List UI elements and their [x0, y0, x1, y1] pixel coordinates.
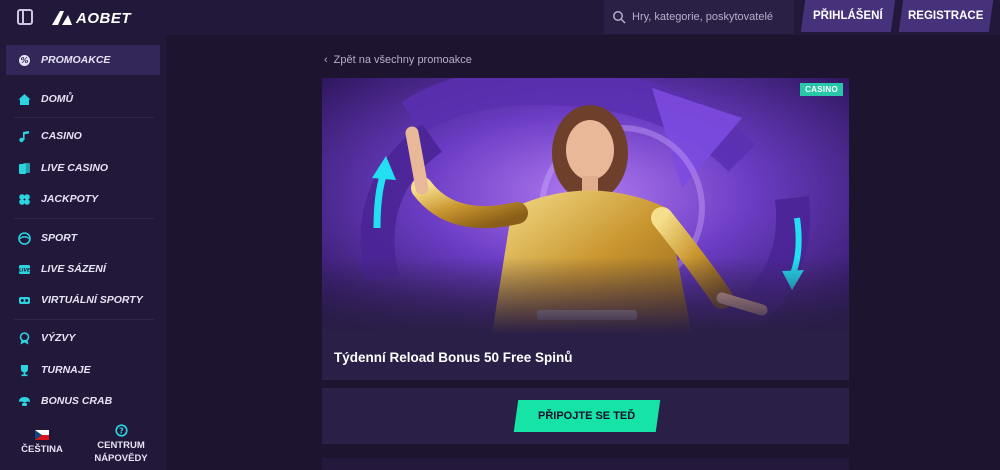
sidebar: % PROMOAKCE DOMŮ CASINO LIVE CASINO JACK…: [0, 35, 166, 470]
login-button-label: PŘIHLÁŠENÍ: [813, 10, 883, 22]
sidebar-item-domu[interactable]: DOMŮ: [6, 84, 160, 114]
music-note-icon: [19, 130, 29, 142]
top-header: AOBET PŘIHLÁŠENÍ REGISTRACE: [0, 0, 1000, 35]
help-center-link[interactable]: ? CENTRUM NÁPOVĚDY: [90, 424, 152, 465]
clover-icon: [19, 193, 30, 205]
nav-divider: [14, 117, 154, 118]
sidebar-item-bonus-crab[interactable]: BONUS CRAB: [6, 386, 160, 416]
nav-divider: [14, 218, 154, 219]
search-input[interactable]: [632, 11, 792, 23]
promo-title-bar: Týdenní Reload Bonus 50 Free Spinů: [322, 334, 849, 380]
sidebar-item-virtualni-sporty[interactable]: VIRTUÁLNÍ SPORTY: [6, 285, 160, 315]
sidebar-item-label: DOMŮ: [41, 93, 74, 105]
join-now-button[interactable]: PŘIPOJTE SE TEĎ: [513, 400, 661, 432]
logo[interactable]: AOBET: [52, 8, 131, 28]
logo-text: AOBET: [76, 9, 131, 27]
sidebar-item-label: PROMOAKCE: [41, 54, 111, 66]
logo-mark-icon: [52, 11, 72, 25]
vr-icon: [19, 296, 30, 304]
sidebar-item-label: VÝZVY: [41, 332, 76, 344]
chevron-left-icon: ‹: [324, 54, 328, 66]
promo-banner-image: [322, 78, 849, 334]
search-icon: [613, 11, 626, 24]
back-to-promotions-link[interactable]: ‹ Zpět na všechny promoakce: [324, 54, 472, 66]
live-icon: LIVE: [19, 264, 31, 274]
help-label-line1: CENTRUM: [97, 440, 145, 451]
sport-icon: [18, 231, 31, 245]
language-switcher[interactable]: ČEŠTINA: [20, 430, 64, 455]
sidebar-item-live-casino[interactable]: LIVE CASINO: [6, 153, 160, 183]
czech-flag-icon: [35, 430, 49, 440]
sidebar-item-label: LIVE SÁZENÍ: [41, 263, 106, 275]
register-button-label: REGISTRACE: [908, 10, 984, 22]
casino-badge: CASINO: [800, 83, 843, 96]
badge-icon: [19, 331, 30, 344]
language-label: ČEŠTINA: [21, 444, 63, 455]
sidebar-item-casino[interactable]: CASINO: [6, 121, 160, 151]
crab-icon: [19, 396, 30, 406]
sidebar-item-label: CASINO: [41, 130, 82, 142]
help-icon: ?: [114, 424, 128, 437]
cards-icon: [19, 162, 30, 174]
sidebar-item-label: LIVE CASINO: [41, 162, 109, 174]
sidebar-footer: ČEŠTINA ? CENTRUM NÁPOVĚDY: [0, 424, 166, 470]
back-link-label: Zpět na všechny promoakce: [333, 54, 472, 66]
sidebar-item-sport[interactable]: SPORT: [6, 223, 160, 253]
svg-text:?: ?: [119, 426, 124, 435]
login-button[interactable]: PŘIHLÁŠENÍ: [800, 0, 896, 32]
sidebar-item-jackpoty[interactable]: JACKPOTY: [6, 184, 160, 214]
trophy-icon: [21, 364, 28, 376]
svg-text:%: %: [20, 56, 28, 65]
promo-icon: %: [19, 54, 30, 66]
content-strip: [322, 458, 849, 470]
cta-panel: PŘIPOJTE SE TEĎ: [322, 388, 849, 444]
promo-title: Týdenní Reload Bonus 50 Free Spinů: [334, 349, 573, 365]
svg-text:LIVE: LIVE: [19, 267, 31, 273]
sidebar-item-promoakce[interactable]: % PROMOAKCE: [6, 45, 160, 75]
help-label-line2: NÁPOVĚDY: [94, 453, 148, 464]
sidebar-item-vyzvy[interactable]: VÝZVY: [6, 323, 160, 353]
nav-divider: [14, 319, 154, 320]
sidebar-item-turnaje[interactable]: TURNAJE: [6, 355, 160, 385]
promo-card: CASINO Týdenní Reload Bonus 50 Free Spin…: [322, 78, 849, 380]
sidebar-item-label: VIRTUÁLNÍ SPORTY: [41, 294, 143, 306]
register-button[interactable]: REGISTRACE: [898, 0, 994, 32]
sidebar-item-live-sazeni[interactable]: LIVE LIVE SÁZENÍ: [6, 254, 160, 284]
search-box[interactable]: [604, 0, 794, 34]
sidebar-item-label: JACKPOTY: [41, 193, 99, 205]
sidebar-item-label: TURNAJE: [41, 364, 91, 376]
home-icon: [18, 93, 31, 105]
sidebar-item-label: BONUS CRAB: [41, 395, 113, 407]
sidebar-item-label: SPORT: [41, 232, 77, 244]
join-now-button-label: PŘIPOJTE SE TEĎ: [538, 410, 636, 422]
sidebar-toggle-icon[interactable]: [17, 9, 33, 25]
